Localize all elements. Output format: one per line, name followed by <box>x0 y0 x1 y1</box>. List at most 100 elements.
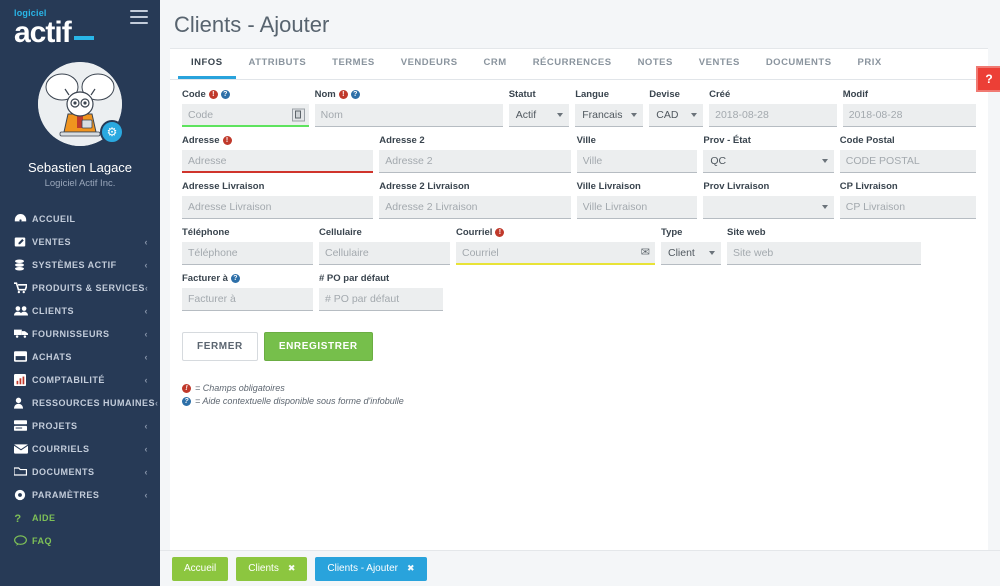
chevron-down-icon <box>631 113 638 117</box>
input-cree[interactable] <box>709 104 837 126</box>
field-modif: Modif <box>842 88 976 127</box>
page-title: Clients - Ajouter <box>174 12 330 37</box>
input-courriel[interactable] <box>456 242 655 263</box>
tab-vendeurs[interactable]: VENDEURS <box>388 49 471 79</box>
sidebar-item-label: FOURNISSEURS <box>32 328 110 339</box>
select-langue[interactable]: Francais <box>575 104 644 127</box>
select-statut[interactable]: Actif <box>508 104 570 127</box>
info-badge-icon[interactable]: ? <box>350 90 360 99</box>
input-facturer-a-wrapper[interactable] <box>182 288 313 311</box>
taskbar-item-accueil[interactable]: Accueil <box>172 556 229 581</box>
input-cellulaire[interactable] <box>319 242 450 264</box>
comment-icon <box>14 535 32 546</box>
fermer-button[interactable]: FERMER <box>182 332 258 361</box>
input-site-web-wrapper[interactable] <box>727 242 921 265</box>
input-modif-wrapper[interactable] <box>842 104 976 127</box>
tab-prix[interactable]: PRIX <box>845 49 895 79</box>
field-devise: Devise CAD <box>649 88 709 127</box>
tab-ventes[interactable]: VENTES <box>686 49 753 79</box>
input-nom-wrapper[interactable] <box>314 104 503 127</box>
input-adresse2-livraison-wrapper[interactable] <box>379 196 571 219</box>
input-code-postal[interactable] <box>839 150 976 172</box>
chevron-left-icon: ‹ <box>144 443 148 454</box>
sidebar-item-ressources-humaines[interactable]: RESSOURCES HUMAINES ‹ <box>0 391 160 414</box>
sidebar-item-fournisseurs[interactable]: FOURNISSEURS ‹ <box>0 322 160 345</box>
tab-termes[interactable]: TERMES <box>319 49 388 79</box>
hamburger-icon[interactable] <box>130 10 148 24</box>
help-tab-button[interactable]: ? <box>976 66 1000 92</box>
input-po-defaut[interactable] <box>319 288 443 310</box>
sidebar-item-comptabilit[interactable]: COMPTABILITÉ ‹ <box>0 368 160 391</box>
input-code-wrapper[interactable] <box>182 104 309 127</box>
input-modif[interactable] <box>842 104 976 126</box>
close-icon[interactable]: ✖ <box>407 563 415 574</box>
tab-r-currences[interactable]: RÉCURRENCES <box>520 49 625 79</box>
input-adresse[interactable] <box>182 150 374 171</box>
input-facturer-a[interactable] <box>182 288 313 310</box>
label-prov: Prov - État <box>703 135 751 146</box>
input-cp-livraison[interactable] <box>839 196 976 218</box>
sidebar-item-clients[interactable]: CLIENTS ‹ <box>0 299 160 322</box>
select-devise[interactable]: CAD <box>649 104 704 127</box>
tab-notes[interactable]: NOTES <box>625 49 686 79</box>
input-adresse-livraison[interactable] <box>182 196 374 218</box>
label-code: Code ! ? <box>182 88 309 101</box>
keypad-icon[interactable] <box>291 108 305 121</box>
select-type[interactable]: Client <box>661 242 721 265</box>
input-telephone[interactable] <box>182 242 313 264</box>
info-badge-icon[interactable]: ? <box>220 90 230 99</box>
taskbar-item-clients-ajouter[interactable]: Clients - Ajouter ✖ <box>315 556 427 581</box>
tab-documents[interactable]: DOCUMENTS <box>753 49 845 79</box>
input-adresse2[interactable] <box>379 150 571 172</box>
tab-infos[interactable]: INFOS <box>178 49 236 79</box>
input-telephone-wrapper[interactable] <box>182 242 313 265</box>
close-icon[interactable]: ✖ <box>288 563 296 574</box>
taskbar-item-clients[interactable]: Clients ✖ <box>236 556 308 581</box>
input-cp-livraison-wrapper[interactable] <box>839 196 976 219</box>
input-ville-livraison-wrapper[interactable] <box>576 196 698 219</box>
input-ville[interactable] <box>576 150 698 172</box>
user-profile: ⚙ Sebastien Lagace Logiciel Actif Inc. <box>0 50 160 189</box>
input-site-web[interactable] <box>727 242 921 264</box>
input-code[interactable] <box>182 104 309 125</box>
legend-required: ! = Champs obligatoires <box>182 383 976 393</box>
sidebar-item-projets[interactable]: PROJETS ‹ <box>0 414 160 437</box>
sidebar-item-achats[interactable]: ACHATS ‹ <box>0 345 160 368</box>
chevron-left-icon: ‹ <box>144 351 148 362</box>
sidebar-item-accueil[interactable]: ACCUEIL <box>0 207 160 230</box>
input-cree-wrapper[interactable] <box>709 104 837 127</box>
application-window: logiciel actif ⚙ Sebastien Lagace Logici… <box>0 0 1000 586</box>
select-prov[interactable]: QC <box>703 150 834 173</box>
sidebar-item-ventes[interactable]: VENTES ‹ <box>0 230 160 253</box>
form-row-contact: Téléphone Cellulaire Courriel <box>182 226 976 265</box>
input-cellulaire-wrapper[interactable] <box>319 242 450 265</box>
info-badge-icon[interactable]: ? <box>230 274 240 283</box>
input-adresse2-livraison[interactable] <box>379 196 571 218</box>
envelope-icon[interactable]: ✉ <box>641 247 650 258</box>
input-po-defaut-wrapper[interactable] <box>319 288 443 311</box>
sidebar-item-param-tres[interactable]: PARAMÈTRES ‹ <box>0 483 160 506</box>
sidebar-item-faq[interactable]: FAQ <box>0 529 160 552</box>
gear-icon[interactable]: ⚙ <box>100 120 124 144</box>
input-adresse-wrapper[interactable] <box>182 150 374 173</box>
tab-crm[interactable]: CRM <box>471 49 520 79</box>
sidebar-item-syst-mes-actif[interactable]: SYSTÈMES ACTIF ‹ <box>0 253 160 276</box>
input-nom[interactable] <box>314 104 503 126</box>
input-adresse-livraison-wrapper[interactable] <box>182 196 374 219</box>
tab-attributs[interactable]: ATTRIBUTS <box>236 49 320 79</box>
label-code-postal: Code Postal <box>839 135 895 146</box>
input-adresse2-wrapper[interactable] <box>379 150 571 173</box>
input-ville-livraison[interactable] <box>576 196 698 218</box>
input-ville-wrapper[interactable] <box>576 150 698 173</box>
avatar-wrapper[interactable]: ⚙ <box>38 62 124 146</box>
sidebar-item-produits-services[interactable]: PRODUITS & SERVICES ‹ <box>0 276 160 299</box>
input-courriel-wrapper[interactable]: ✉ <box>456 242 655 265</box>
label-site-web: Site web <box>727 227 766 238</box>
form-row-billing: Facturer à ? # PO par défaut <box>182 272 976 311</box>
sidebar-item-courriels[interactable]: COURRIELS ‹ <box>0 437 160 460</box>
sidebar-item-aide[interactable]: ? AIDE <box>0 506 160 529</box>
sidebar-item-documents[interactable]: DOCUMENTS ‹ <box>0 460 160 483</box>
select-prov-livraison[interactable] <box>703 196 834 219</box>
enregistrer-button[interactable]: ENREGISTRER <box>263 332 373 361</box>
input-code-postal-wrapper[interactable] <box>839 150 976 173</box>
